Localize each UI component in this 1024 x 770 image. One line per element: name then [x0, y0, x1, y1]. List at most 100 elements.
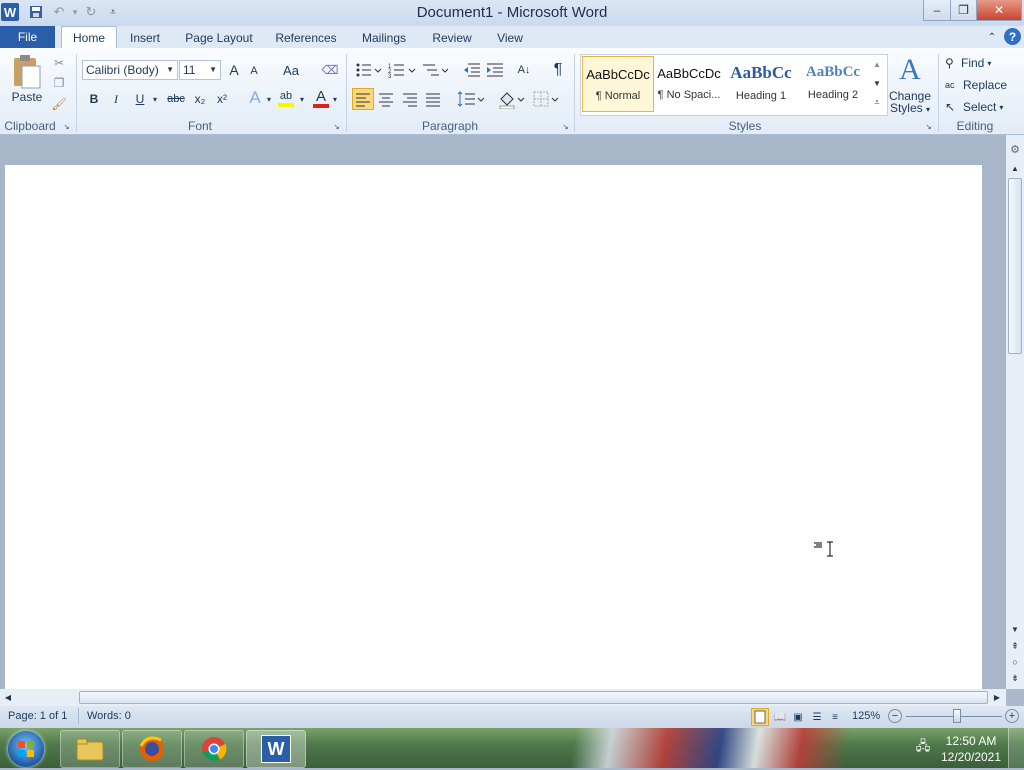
superscript-icon[interactable]: x²	[213, 90, 231, 108]
copy-icon[interactable]: ❐	[52, 76, 66, 90]
paste-icon[interactable]	[8, 54, 46, 90]
bold-icon[interactable]: B	[86, 90, 102, 108]
minimize-ribbon-icon[interactable]: ⌃	[984, 29, 1000, 45]
clipboard-group-label: Clipboard	[4, 119, 56, 133]
scroll-down-icon[interactable]: ▼	[1008, 623, 1022, 635]
bullets-icon[interactable]	[354, 60, 382, 80]
paragraph-launcher-icon[interactable]: ↘	[561, 122, 570, 131]
zoom-slider-thumb[interactable]	[953, 709, 961, 723]
close-button[interactable]: ✕	[976, 0, 1022, 21]
style-no-spacing[interactable]: AaBbCcDc ¶ No Spaci...	[654, 56, 724, 110]
tab-file[interactable]: File	[0, 26, 55, 48]
styles-scroll-up-icon[interactable]: ▲	[870, 55, 884, 73]
web-layout-icon[interactable]: ▣	[790, 710, 806, 724]
find-button[interactable]: ⚲ Find ▾	[945, 54, 1015, 72]
chevron-down-icon[interactable]: ▾	[298, 90, 306, 108]
decrease-indent-icon[interactable]	[462, 60, 482, 80]
start-button[interactable]	[8, 731, 44, 767]
subscript-icon[interactable]: x₂	[191, 90, 209, 108]
styles-scroll-down-icon[interactable]: ▼	[870, 74, 884, 92]
underline-icon[interactable]: U	[132, 90, 148, 108]
network-icon[interactable]: 🖧	[914, 738, 932, 757]
zoom-in-icon[interactable]: +	[1005, 709, 1019, 723]
style-normal[interactable]: AaBbCcDc ¶ Normal	[582, 56, 654, 112]
minimize-button[interactable]: –	[923, 0, 951, 21]
restore-button[interactable]: ❐	[950, 0, 977, 21]
scroll-right-icon[interactable]: ▶	[991, 691, 1003, 704]
taskbar-file-explorer[interactable]	[60, 730, 120, 768]
taskbar-firefox[interactable]	[122, 730, 182, 768]
select-button[interactable]: ↖ Select ▾	[945, 98, 1020, 116]
tab-review[interactable]: Review	[426, 28, 478, 48]
style-heading-2[interactable]: AaBbCc Heading 2	[798, 56, 868, 110]
grow-font-icon[interactable]: A	[226, 61, 242, 79]
word-count[interactable]: Words: 0	[87, 710, 131, 722]
show-desktop-button[interactable]	[1008, 728, 1024, 768]
clock[interactable]: 12:50 AM 12/20/2021	[940, 733, 1002, 765]
numbering-icon[interactable]: 123	[387, 60, 417, 80]
previous-page-icon[interactable]: ⇞	[1008, 640, 1022, 652]
help-icon[interactable]: ?	[1004, 28, 1021, 45]
cut-icon[interactable]: ✂	[52, 56, 66, 70]
text-effects-icon[interactable]: A	[245, 88, 265, 108]
multilevel-list-icon[interactable]	[421, 60, 449, 80]
chevron-down-icon[interactable]: ▾	[265, 90, 273, 108]
vertical-scroll-thumb[interactable]	[1008, 178, 1022, 354]
scroll-left-icon[interactable]: ◀	[2, 691, 14, 704]
document-page[interactable]	[5, 165, 982, 695]
ruler-toggle-icon[interactable]: ⚙	[1008, 141, 1022, 157]
borders-icon[interactable]	[531, 89, 559, 109]
chevron-down-icon[interactable]: ▾	[331, 90, 339, 108]
zoom-level[interactable]: 125%	[852, 710, 880, 722]
sort-icon[interactable]: A↓	[514, 60, 534, 80]
change-styles-button[interactable]: Change Styles ▾	[886, 90, 934, 116]
line-spacing-icon[interactable]	[456, 89, 485, 109]
font-name-combo[interactable]: Calibri (Body) ▼	[82, 60, 178, 80]
italic-icon[interactable]: I	[108, 90, 124, 108]
chevron-down-icon[interactable]: ▾	[151, 90, 159, 108]
strikethrough-icon[interactable]: abc	[165, 90, 187, 108]
align-right-icon[interactable]	[400, 89, 420, 109]
scroll-up-icon[interactable]: ▲	[1008, 162, 1022, 174]
tab-insert[interactable]: Insert	[122, 28, 168, 48]
align-center-icon[interactable]	[376, 89, 396, 109]
tab-page-layout[interactable]: Page Layout	[180, 28, 258, 48]
styles-more-icon[interactable]: ⩡	[870, 93, 884, 111]
tab-view[interactable]: View	[490, 28, 530, 48]
replace-button[interactable]: ac Replace	[945, 76, 1020, 94]
tab-home[interactable]: Home	[61, 26, 117, 49]
style-heading-1[interactable]: AaBbCc Heading 1	[726, 56, 796, 110]
taskbar-chrome[interactable]	[184, 730, 244, 768]
show-hide-pilcrow-icon[interactable]: ¶	[548, 60, 568, 80]
page-count[interactable]: Page: 1 of 1	[8, 710, 67, 722]
zoom-out-icon[interactable]: −	[888, 709, 902, 723]
font-color-icon[interactable]: A	[311, 88, 331, 110]
tab-references[interactable]: References	[270, 28, 342, 48]
taskbar-word[interactable]: W	[246, 730, 306, 768]
clipboard-launcher-icon[interactable]: ↘	[62, 122, 71, 131]
tab-mailings[interactable]: Mailings	[354, 28, 414, 48]
style-name: ¶ No Spaci...	[657, 89, 721, 101]
font-launcher-icon[interactable]: ↘	[332, 122, 341, 131]
paste-button-label[interactable]: Paste	[8, 90, 46, 104]
browse-object-icon[interactable]: ○	[1008, 656, 1022, 668]
format-painter-icon[interactable]: 🖌	[51, 97, 66, 111]
change-case-icon[interactable]: Aa	[280, 61, 302, 79]
shading-icon[interactable]	[497, 89, 525, 110]
clear-formatting-icon[interactable]: ⌫	[320, 60, 340, 80]
styles-launcher-icon[interactable]: ↘	[924, 122, 933, 131]
highlight-icon[interactable]: ab	[276, 89, 296, 109]
print-layout-view-icon[interactable]	[751, 708, 769, 726]
font-size-combo[interactable]: 11 ▼	[179, 60, 221, 80]
horizontal-scroll-thumb[interactable]	[79, 691, 988, 704]
align-left-icon[interactable]	[352, 88, 374, 110]
next-page-icon[interactable]: ⇟	[1008, 672, 1022, 684]
justify-icon[interactable]	[423, 89, 443, 109]
draft-view-icon[interactable]: ≡	[827, 710, 843, 724]
change-styles-icon[interactable]: A	[892, 52, 928, 88]
outline-view-icon[interactable]: ☰	[809, 710, 825, 724]
increase-indent-icon[interactable]	[485, 60, 505, 80]
clock-date: 12/20/2021	[940, 750, 1002, 764]
shrink-font-icon[interactable]: A	[247, 63, 261, 79]
full-screen-reading-icon[interactable]: 📖	[772, 710, 788, 724]
